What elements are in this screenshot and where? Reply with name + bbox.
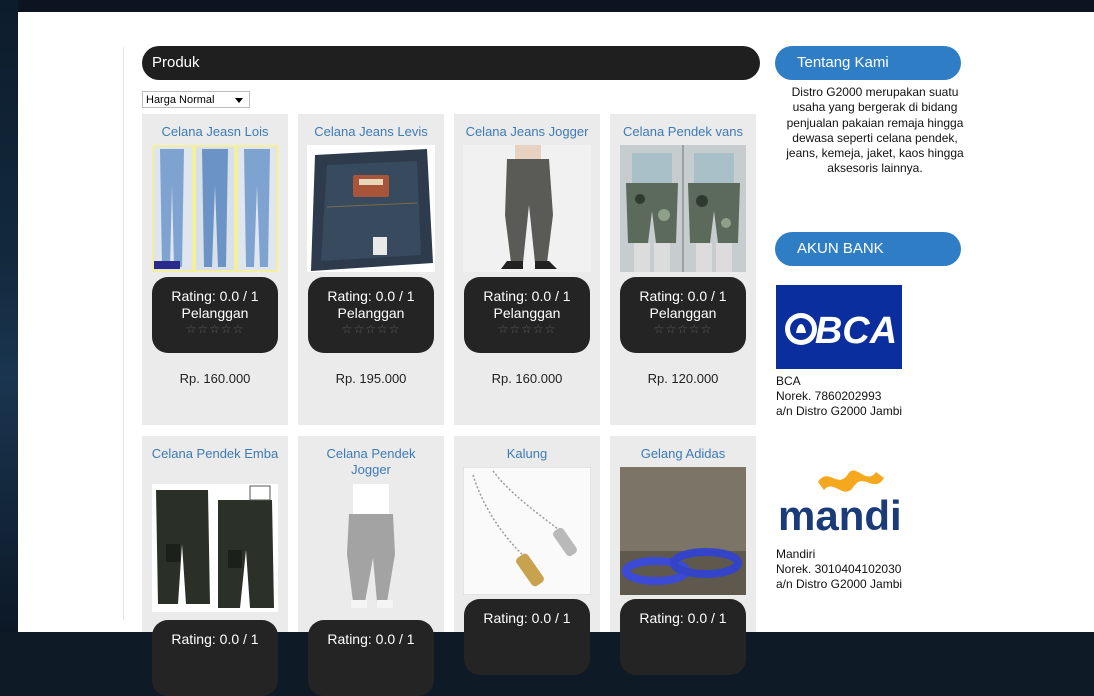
product-image[interactable] [463, 467, 591, 595]
product-name[interactable]: Kalung [454, 446, 600, 462]
product-name[interactable]: Celana Pendek vans [610, 124, 756, 140]
bank-details-mandiri: Mandiri Norek. 3010404102030 a/n Distro … [776, 547, 902, 592]
rating-subtext: Pelanggan [337, 305, 405, 321]
product-card[interactable]: Celana Jeasn Lois Rating: 0.0 / 1 Pelang… [142, 114, 288, 425]
product-name[interactable]: Celana Pendek Emba [142, 446, 288, 462]
star-icon[interactable]: ☆☆☆☆☆ [308, 322, 434, 337]
rating-text: Rating: 0.0 / 1 [639, 288, 727, 304]
product-image[interactable] [152, 145, 278, 272]
bank-account-holder: a/n Distro G2000 Jambi [776, 404, 903, 418]
page-top-backdrop [0, 0, 1094, 12]
bank-header: AKUN BANK [775, 232, 961, 266]
rating-box: Rating: 0.0 / 1 Pelanggan ☆☆☆☆☆ [152, 277, 278, 353]
sort-select[interactable]: Harga Normal [142, 91, 250, 108]
product-image[interactable] [152, 484, 278, 612]
star-icon[interactable]: ☆☆☆☆☆ [152, 322, 278, 337]
rating-box: Rating: 0.0 / 1 Pelanggan ☆☆☆☆☆ [464, 277, 590, 353]
product-name[interactable]: Celana Jeasn Lois [142, 124, 288, 140]
content-divider [123, 47, 124, 620]
star-icon[interactable]: ☆☆☆☆☆ [620, 322, 746, 337]
product-card[interactable]: Celana Pendek Jogger Rating: 0.0 / 1 [298, 436, 444, 696]
bank-name: Mandiri [776, 547, 816, 561]
rating-subtext: Pelanggan [181, 305, 249, 321]
bca-logo-text: BCA [815, 310, 897, 352]
bca-logo: BCA [776, 285, 902, 369]
produk-header: Produk [142, 46, 760, 80]
rating-text: Rating: 0.0 / 1 [327, 631, 415, 647]
product-name[interactable]: Celana Jeans Levis [298, 124, 444, 140]
sort-select-value: Harga Normal [146, 94, 215, 106]
product-price: Rp. 120.000 [647, 371, 719, 386]
rating-text: Rating: 0.0 / 1 [483, 288, 571, 304]
bank-account-number: Norek. 7860202993 [776, 389, 882, 403]
product-name[interactable]: Celana Jeans Jogger [454, 124, 600, 140]
bank-details-bca: BCA Norek. 7860202993 a/n Distro G2000 J… [776, 374, 902, 419]
mandiri-logo-text: mandiri [778, 492, 902, 539]
product-card[interactable]: Kalung Rating: 0.0 / 1 [454, 436, 600, 675]
product-name[interactable]: Gelang Adidas [610, 446, 756, 462]
about-text: Distro G2000 merupakan suatu usaha yang … [786, 85, 964, 176]
rating-text: Rating: 0.0 / 1 [171, 631, 259, 647]
rating-box: Rating: 0.0 / 1 Pelanggan ☆☆☆☆☆ [308, 277, 434, 353]
product-card[interactable]: Celana Jeans Levis Rating: 0.0 / 1 Pelan… [298, 114, 444, 425]
product-image[interactable] [620, 467, 746, 595]
product-card[interactable]: Celana Pendek vans Rating: 0.0 / 1 Pelan… [610, 114, 756, 425]
product-image[interactable] [463, 145, 591, 272]
rating-text: Rating: 0.0 / 1 [171, 288, 259, 304]
rating-box: Rating: 0.0 / 1 Pelanggan ☆☆☆☆☆ [620, 277, 746, 353]
product-card[interactable]: Gelang Adidas Rating: 0.0 / 1 [610, 436, 756, 675]
rating-box: Rating: 0.0 / 1 [620, 599, 746, 675]
bank-account-holder: a/n Distro G2000 Jambi [776, 577, 903, 591]
rating-box: Rating: 0.0 / 1 [152, 620, 278, 696]
rating-box: Rating: 0.0 / 1 [464, 599, 590, 675]
product-price: Rp. 160.000 [491, 371, 563, 386]
product-price: Rp. 195.000 [335, 371, 407, 386]
star-icon[interactable]: ☆☆☆☆☆ [464, 322, 590, 337]
chevron-down-icon [235, 98, 243, 103]
rating-text: Rating: 0.0 / 1 [639, 610, 727, 626]
product-image[interactable] [307, 484, 435, 612]
page-left-backdrop [0, 0, 18, 632]
rating-box: Rating: 0.0 / 1 [308, 620, 434, 696]
rating-subtext: Pelanggan [649, 305, 717, 321]
product-card[interactable]: Celana Jeans Jogger Rating: 0.0 / 1 Pela… [454, 114, 600, 425]
product-card[interactable]: Celana Pendek Emba Rating: 0.0 / 1 [142, 436, 288, 696]
product-price: Rp. 160.000 [179, 371, 251, 386]
rating-text: Rating: 0.0 / 1 [327, 288, 415, 304]
about-header: Tentang Kami [775, 46, 961, 80]
product-image[interactable] [307, 145, 435, 272]
bank-name: BCA [776, 374, 801, 388]
mandiri-logo: mandiri [776, 460, 930, 540]
bank-account-number: Norek. 3010404102030 [776, 562, 902, 576]
rating-text: Rating: 0.0 / 1 [483, 610, 571, 626]
product-name[interactable]: Celana Pendek Jogger [318, 446, 424, 478]
product-image[interactable] [620, 145, 746, 272]
rating-subtext: Pelanggan [493, 305, 561, 321]
